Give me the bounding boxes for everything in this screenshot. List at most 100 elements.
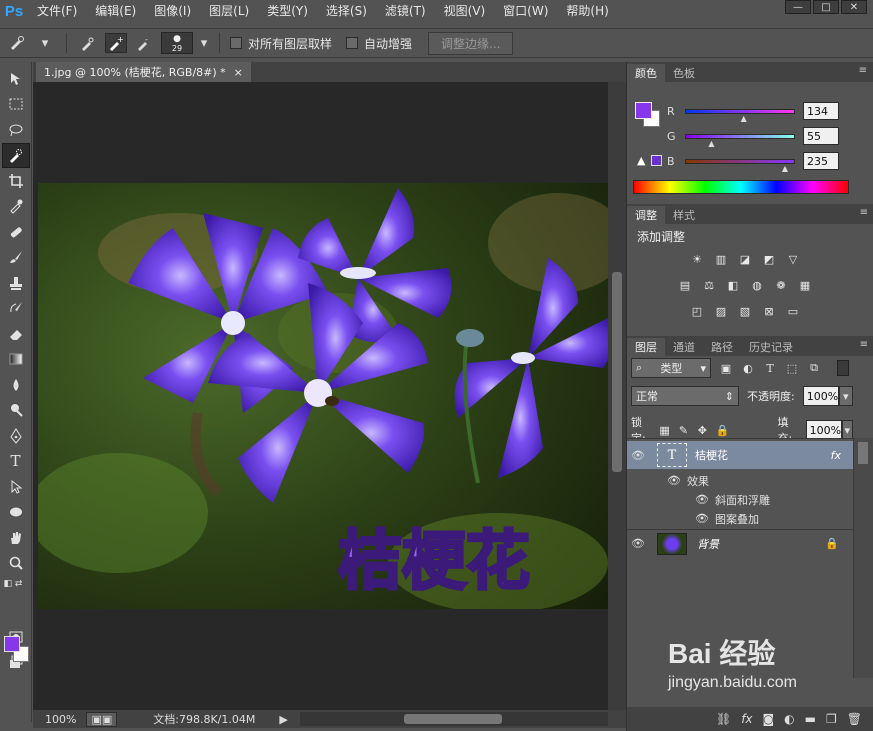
lock-image-icon[interactable]: ✎: [678, 423, 689, 437]
scroll-thumb[interactable]: [858, 442, 868, 464]
lock-transparent-icon[interactable]: ▦: [659, 423, 670, 437]
effect-bevel-row[interactable]: 👁 斜面和浮雕: [627, 490, 853, 509]
color-fg-swatch[interactable]: [635, 102, 652, 119]
lasso-tool-icon[interactable]: [2, 117, 30, 143]
red-value-field[interactable]: 134: [803, 102, 839, 120]
lock-position-icon[interactable]: ✥: [697, 423, 708, 437]
tab-styles[interactable]: 样式: [665, 206, 703, 224]
link-layers-icon[interactable]: ⛓: [716, 712, 731, 726]
filter-type-icon[interactable]: T: [763, 361, 777, 375]
quick-selection-tool-preset-icon[interactable]: [6, 33, 28, 53]
brush-tool-icon[interactable]: [2, 245, 30, 271]
tab-history[interactable]: 历史记录: [741, 338, 801, 356]
gradient-map-icon[interactable]: ▭: [786, 304, 800, 318]
maximize-button[interactable]: □: [813, 0, 839, 14]
dodge-tool-icon[interactable]: [2, 398, 30, 424]
filter-shape-icon[interactable]: ⬚: [785, 361, 799, 375]
close-tab-icon[interactable]: ×: [234, 66, 243, 79]
zoom-level[interactable]: 100%: [45, 713, 76, 726]
healing-brush-tool-icon[interactable]: [2, 219, 30, 245]
vertical-scroll-thumb[interactable]: [612, 272, 622, 472]
eyedropper-tool-icon[interactable]: [2, 194, 30, 220]
panel-menu-icon[interactable]: ≡: [860, 207, 868, 218]
effects-eye-icon[interactable]: 👁: [667, 474, 681, 487]
menu-layer[interactable]: 图层(L): [200, 0, 258, 22]
layer-filter-dropdown[interactable]: ⌕ 类型 ▾: [631, 358, 711, 378]
vibrance-icon[interactable]: ▽: [786, 252, 800, 266]
menu-window[interactable]: 窗口(W): [494, 0, 557, 22]
websafe-swatch[interactable]: [651, 155, 662, 166]
subtract-from-selection-icon[interactable]: -: [133, 33, 155, 53]
invert-icon[interactable]: ◰: [690, 304, 704, 318]
auto-enhance-checkbox[interactable]: [346, 37, 359, 49]
new-group-icon[interactable]: ▬: [805, 712, 816, 726]
zoom-tool-icon[interactable]: [2, 551, 30, 577]
move-tool-icon[interactable]: [2, 66, 30, 92]
refine-edge-button[interactable]: 调整边缘...: [428, 31, 514, 55]
red-slider[interactable]: ▲: [685, 108, 795, 123]
blue-value-field[interactable]: 235: [803, 152, 839, 170]
slider-thumb-icon[interactable]: ▲: [708, 139, 714, 148]
green-slider[interactable]: ▲: [685, 133, 795, 148]
layer-name[interactable]: 桔梗花: [695, 447, 728, 463]
new-adjustment-icon[interactable]: ◐: [784, 712, 794, 726]
clone-stamp-tool-icon[interactable]: [2, 270, 30, 296]
brightness-contrast-icon[interactable]: ☀: [690, 252, 704, 266]
opacity-field[interactable]: 100%: [802, 386, 839, 406]
menu-edit[interactable]: 编辑(E): [86, 0, 145, 22]
menu-file[interactable]: 文件(F): [28, 0, 86, 22]
threshold-icon[interactable]: ▧: [738, 304, 752, 318]
add-to-selection-icon[interactable]: +: [105, 33, 127, 53]
default-colors-icon[interactable]: ◧ ⇄: [2, 576, 30, 592]
blue-slider[interactable]: ▲: [685, 158, 795, 173]
color-lookup-icon[interactable]: ▦: [798, 278, 812, 292]
filter-toggle[interactable]: [837, 360, 849, 376]
path-selection-tool-icon[interactable]: [2, 474, 30, 500]
add-mask-icon[interactable]: ◙: [763, 712, 775, 726]
menu-view[interactable]: 视图(V): [435, 0, 495, 22]
posterize-icon[interactable]: ▨: [714, 304, 728, 318]
share-icon[interactable]: ▣▣: [86, 711, 118, 727]
filter-adjustment-icon[interactable]: ◐: [741, 361, 755, 375]
black-white-icon[interactable]: ◧: [726, 278, 740, 292]
type-tool-icon[interactable]: T: [2, 449, 30, 475]
eraser-tool-icon[interactable]: [2, 321, 30, 347]
photo-filter-icon[interactable]: ◍: [750, 278, 764, 292]
fx-badge[interactable]: fx: [831, 449, 841, 462]
fill-dropdown-icon[interactable]: ▾: [841, 420, 853, 440]
slider-thumb-icon[interactable]: ▲: [782, 164, 788, 173]
filter-pixel-icon[interactable]: ▣: [719, 361, 733, 375]
selective-color-icon[interactable]: ⊠: [762, 304, 776, 318]
curves-icon[interactable]: ◪: [738, 252, 752, 266]
hand-tool-icon[interactable]: [2, 525, 30, 551]
add-style-icon[interactable]: fx: [741, 712, 752, 726]
tab-layers[interactable]: 图层: [627, 338, 665, 356]
minimize-button[interactable]: —: [785, 0, 811, 14]
tab-adjustments[interactable]: 调整: [627, 206, 665, 224]
visibility-eye-icon[interactable]: 👁: [627, 449, 649, 462]
horizontal-scroll-thumb[interactable]: [404, 714, 502, 724]
info-menu-icon[interactable]: ▶: [279, 713, 287, 726]
green-value-field[interactable]: 55: [803, 127, 839, 145]
layer-row[interactable]: 👁 T 桔梗花 fx: [627, 441, 853, 469]
panel-menu-icon[interactable]: ≡: [859, 65, 867, 76]
opacity-dropdown-icon[interactable]: ▾: [838, 386, 853, 406]
foreground-color-swatch[interactable]: [4, 636, 20, 652]
panel-menu-icon[interactable]: ≡: [860, 339, 868, 350]
levels-icon[interactable]: ▥: [714, 252, 728, 266]
pen-tool-icon[interactable]: [2, 423, 30, 449]
sample-all-layers-checkbox[interactable]: [230, 37, 242, 49]
blend-mode-dropdown[interactable]: 正常 ⇕: [631, 386, 739, 406]
menu-type[interactable]: 类型(Y): [258, 0, 317, 22]
slider-thumb-icon[interactable]: ▲: [741, 114, 747, 123]
hue-saturation-icon[interactable]: ▤: [678, 278, 692, 292]
horizontal-scrollbar[interactable]: [300, 712, 608, 726]
layer-name[interactable]: 背景: [697, 536, 719, 552]
exposure-icon[interactable]: ◩: [762, 252, 776, 266]
channel-mixer-icon[interactable]: ❁: [774, 278, 788, 292]
filter-smart-object-icon[interactable]: ⧉: [807, 361, 821, 375]
tab-paths[interactable]: 路径: [703, 338, 741, 356]
menu-help[interactable]: 帮助(H): [557, 0, 617, 22]
document-tab[interactable]: 1.jpg @ 100% (桔梗花, RGB/8#) * ×: [36, 62, 251, 82]
menu-filter[interactable]: 滤镜(T): [376, 0, 435, 22]
